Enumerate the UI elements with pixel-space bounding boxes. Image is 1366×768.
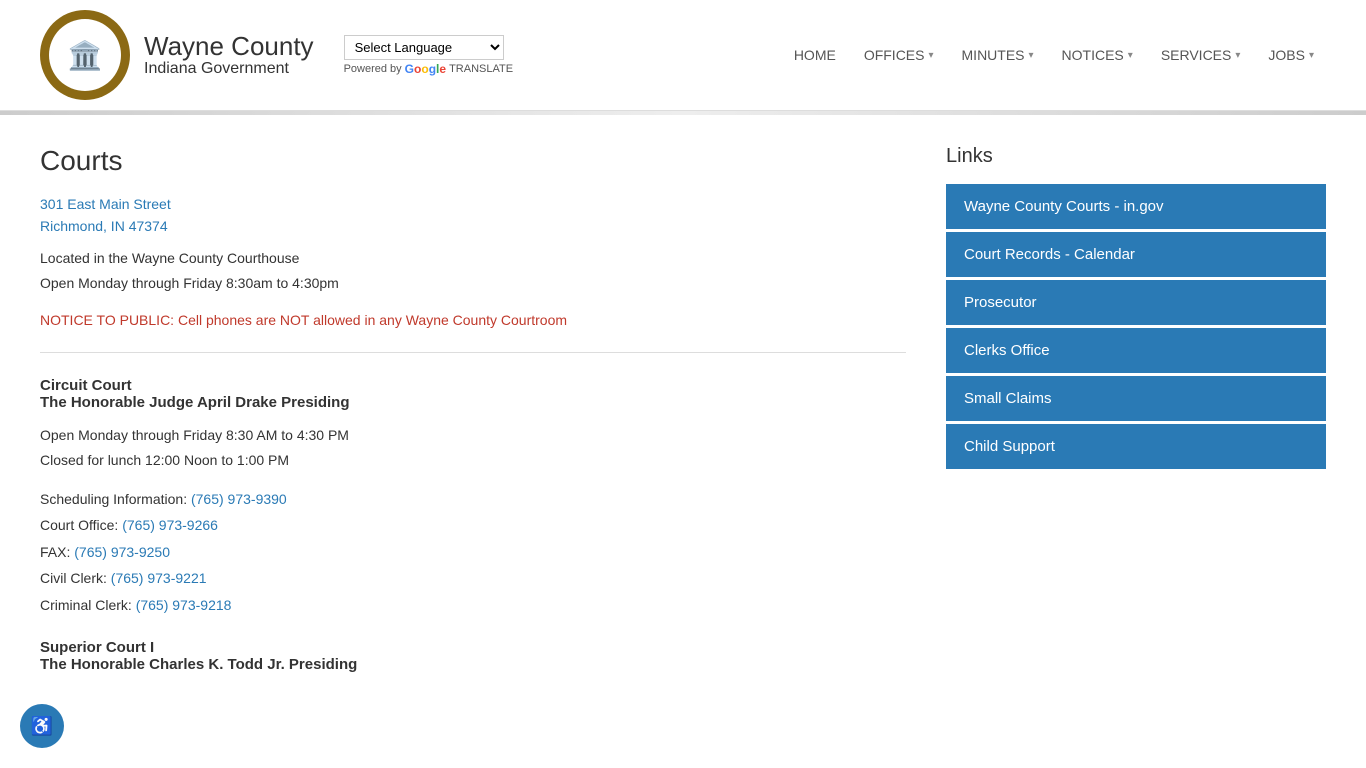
chevron-down-icon: ▾ <box>1235 50 1240 61</box>
superior-court-section: Superior Court I The Honorable Charles K… <box>40 639 906 673</box>
main-content: Courts 301 East Main Street Richmond, IN… <box>0 115 1366 723</box>
sidebar-link-clerks[interactable]: Clerks Office <box>946 328 1326 373</box>
address-link[interactable]: 301 East Main Street Richmond, IN 47374 <box>40 193 906 238</box>
criminal-info: Criminal Clerk: (765) 973-9218 <box>40 592 906 619</box>
location-info: Located in the Wayne County Courthouse O… <box>40 246 906 296</box>
nav-notices[interactable]: NOTICES ▾ <box>1050 39 1145 71</box>
site-title-main: Wayne County <box>144 32 314 61</box>
translate-area: Select Language Powered by Google TRANSL… <box>344 35 513 76</box>
circuit-court-section: Circuit Court The Honorable Judge April … <box>40 377 906 618</box>
nav-minutes[interactable]: MINUTES ▾ <box>950 39 1046 71</box>
fax-info: FAX: (765) 973-9250 <box>40 539 906 566</box>
superior-court-name: Superior Court I <box>40 639 906 656</box>
site-title: Wayne County Indiana Government <box>144 32 314 79</box>
nav-home[interactable]: HOME <box>782 39 848 71</box>
accessibility-button[interactable]: ♿ <box>20 704 64 748</box>
office-phone[interactable]: (765) 973-9266 <box>122 517 218 533</box>
superior-court-judge: The Honorable Charles K. Todd Jr. Presid… <box>40 656 906 673</box>
site-title-sub: Indiana Government <box>144 60 314 78</box>
accessibility-icon: ♿ <box>31 716 53 737</box>
page-title: Courts <box>40 145 906 177</box>
fax-phone[interactable]: (765) 973-9250 <box>74 544 170 560</box>
court-name: Circuit Court <box>40 377 906 394</box>
sidebar-link-small-claims[interactable]: Small Claims <box>946 376 1326 421</box>
language-select[interactable]: Select Language <box>344 35 504 60</box>
chevron-down-icon: ▾ <box>928 50 933 61</box>
scheduling-phone[interactable]: (765) 973-9390 <box>191 491 287 507</box>
office-info: Court Office: (765) 973-9266 <box>40 512 906 539</box>
scheduling-info: Scheduling Information: (765) 973-9390 <box>40 486 906 513</box>
sidebar-link-prosecutor[interactable]: Prosecutor <box>946 280 1326 325</box>
nav-offices[interactable]: OFFICES ▾ <box>852 39 946 71</box>
criminal-phone[interactable]: (765) 973-9218 <box>136 597 232 613</box>
logo-area: 🏛️ Wayne County Indiana Government <box>40 10 314 100</box>
court-judge: The Honorable Judge April Drake Presidin… <box>40 394 906 411</box>
logo-icon: 🏛️ <box>40 10 130 100</box>
chevron-down-icon: ▾ <box>1029 50 1034 61</box>
notice-text: NOTICE TO PUBLIC: Cell phones are NOT al… <box>40 312 906 328</box>
section-divider <box>40 352 906 353</box>
civil-phone[interactable]: (765) 973-9221 <box>111 570 207 586</box>
chevron-down-icon: ▾ <box>1309 50 1314 61</box>
nav-services[interactable]: SERVICES ▾ <box>1149 39 1253 71</box>
sidebar-link-records[interactable]: Court Records - Calendar <box>946 232 1326 277</box>
court-contacts: Scheduling Information: (765) 973-9390 C… <box>40 486 906 619</box>
header: 🏛️ Wayne County Indiana Government Selec… <box>0 0 1366 111</box>
building-icon: 🏛️ <box>68 39 103 72</box>
nav-jobs[interactable]: JOBS ▾ <box>1256 39 1326 71</box>
sidebar-link-courts[interactable]: Wayne County Courts - in.gov <box>946 184 1326 229</box>
powered-by: Powered by Google TRANSLATE <box>344 62 513 76</box>
main-nav: HOME OFFICES ▾ MINUTES ▾ NOTICES ▾ SERVI… <box>782 39 1326 71</box>
court-hours: Open Monday through Friday 8:30 AM to 4:… <box>40 423 906 473</box>
links-title: Links <box>946 145 1326 168</box>
civil-info: Civil Clerk: (765) 973-9221 <box>40 565 906 592</box>
sidebar-link-child-support[interactable]: Child Support <box>946 424 1326 469</box>
google-logo: Google <box>405 62 446 76</box>
sidebar: Links Wayne County Courts - in.gov Court… <box>946 145 1326 693</box>
content-area: Courts 301 East Main Street Richmond, IN… <box>40 145 906 693</box>
chevron-down-icon: ▾ <box>1128 50 1133 61</box>
